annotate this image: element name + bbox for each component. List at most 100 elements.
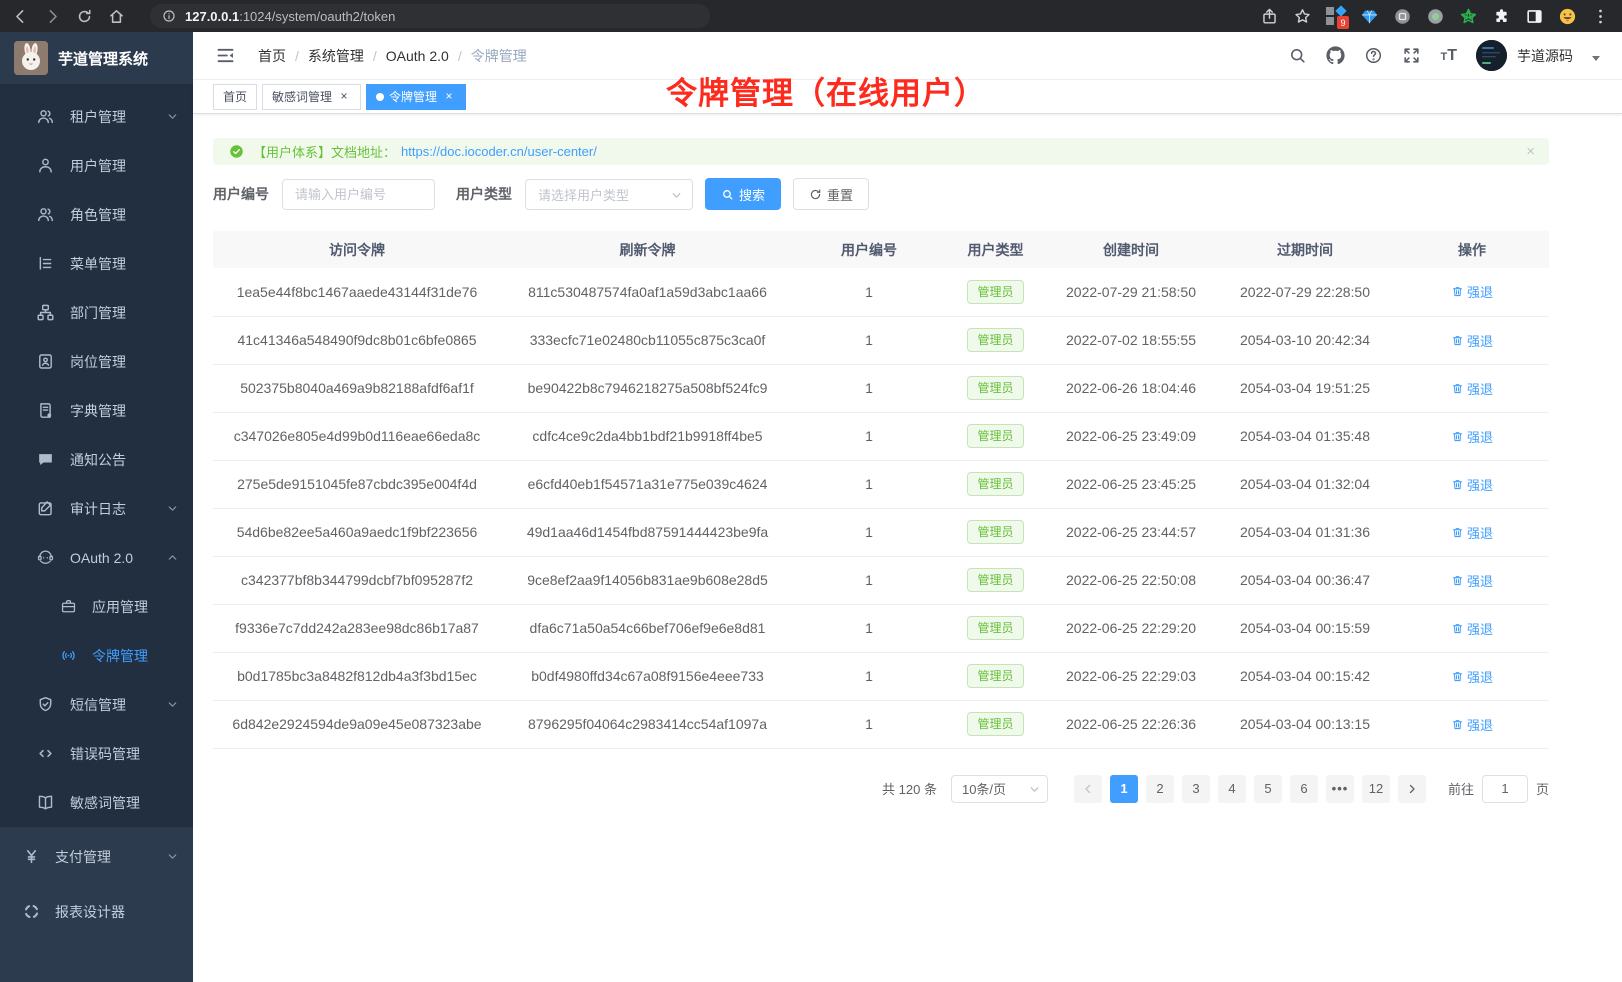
sidebar-panel-icon[interactable] <box>1525 7 1544 26</box>
user-id-input[interactable] <box>282 179 435 210</box>
sidebar-item-sms[interactable]: 短信管理 <box>0 680 193 729</box>
page-button[interactable]: 1 <box>1110 775 1138 803</box>
user-icon <box>36 156 55 175</box>
gem-extension-icon[interactable] <box>1360 7 1379 26</box>
chevron-down-icon <box>670 189 683 202</box>
chevron-down-icon[interactable] <box>1592 56 1600 61</box>
sidebar-item-oauth2-app[interactable]: 应用管理 <box>0 582 193 631</box>
sidebar-item-sensitive[interactable]: 敏感词管理 <box>0 778 193 827</box>
force-logout-button[interactable]: 强退 <box>1451 282 1493 301</box>
page-button[interactable]: 3 <box>1182 775 1210 803</box>
force-logout-button[interactable]: 强退 <box>1451 523 1493 542</box>
page-button[interactable]: 5 <box>1254 775 1282 803</box>
address-bar[interactable]: 127.0.0.1:1024/system/oauth2/token <box>150 4 710 28</box>
search-icon[interactable] <box>1288 46 1307 65</box>
page-button[interactable]: 12 <box>1362 775 1390 803</box>
force-logout-button[interactable]: 强退 <box>1451 571 1493 590</box>
home-icon[interactable] <box>108 8 125 25</box>
page-button[interactable]: ••• <box>1326 775 1354 803</box>
access-token-cell: c347026e805e4d99b0d116eae66eda8c <box>213 412 501 460</box>
table-row: 502375b8040a469a9b82188afdf6af1f be90422… <box>213 364 1549 412</box>
app-logo[interactable]: 芋道管理系统 <box>0 32 193 84</box>
back-icon[interactable] <box>12 8 29 25</box>
username-label[interactable]: 芋道源码 <box>1517 46 1573 66</box>
reload-icon[interactable] <box>76 8 93 25</box>
force-logout-button[interactable]: 强退 <box>1451 667 1493 686</box>
sidebar-item-oauth2[interactable]: OAuth 2.0 <box>0 533 193 582</box>
sidebar-item-oauth2-token[interactable]: 令牌管理 <box>0 631 193 680</box>
page-button[interactable]: 4 <box>1218 775 1246 803</box>
bookmark-star-icon[interactable] <box>1293 7 1312 26</box>
star-extension-icon[interactable] <box>1459 7 1478 26</box>
refresh-token-cell: 8796295f04064c2983414cc54af1097a <box>501 700 794 748</box>
force-logout-button[interactable]: 强退 <box>1451 427 1493 446</box>
breadcrumb-item[interactable]: 首页 <box>258 46 286 66</box>
page-size-select[interactable]: 10条/页 <box>951 775 1048 803</box>
force-logout-button[interactable]: 强退 <box>1451 715 1493 734</box>
page-button[interactable]: 6 <box>1290 775 1318 803</box>
sidebar-item-dict[interactable]: 字典管理 <box>0 386 193 435</box>
breadcrumb-item: 令牌管理 <box>471 46 527 66</box>
sidebar-item-user[interactable]: 用户管理 <box>0 141 193 190</box>
breadcrumb-item[interactable]: OAuth 2.0 <box>386 48 449 64</box>
help-icon[interactable] <box>1364 46 1383 65</box>
forward-icon[interactable] <box>44 8 61 25</box>
emoji-profile-icon[interactable] <box>1558 7 1577 26</box>
fullscreen-icon[interactable] <box>1402 46 1421 65</box>
force-logout-button[interactable]: 强退 <box>1451 475 1493 494</box>
sidebar-item-notice[interactable]: 通知公告 <box>0 435 193 484</box>
create-time-cell: 2022-07-29 21:58:50 <box>1047 268 1215 316</box>
puzzle-extension-icon[interactable] <box>1492 7 1511 26</box>
doc-link[interactable]: https://doc.iocoder.cn/user-center/ <box>401 144 597 159</box>
search-button[interactable]: 搜索 <box>705 178 781 210</box>
sidebar-item-errcode[interactable]: 错误码管理 <box>0 729 193 778</box>
next-page-button[interactable] <box>1398 775 1426 803</box>
record-extension-icon[interactable] <box>1426 7 1445 26</box>
tab-home[interactable]: 首页 <box>213 84 257 110</box>
expire-time-cell: 2054-03-04 01:35:48 <box>1215 412 1395 460</box>
user-type-select[interactable]: 请选择用户类型 <box>525 179 693 210</box>
info-icon[interactable] <box>162 9 176 23</box>
sidebar-item-dept[interactable]: 部门管理 <box>0 288 193 337</box>
extension-grid-icon[interactable]: 9 <box>1326 6 1346 26</box>
tab-sensitive[interactable]: 敏感词管理 × <box>262 84 361 110</box>
sidebar-toggle-icon[interactable] <box>215 45 236 66</box>
force-logout-button[interactable]: 强退 <box>1451 331 1493 350</box>
sidebar-item-report[interactable]: 报表设计器 <box>0 884 193 939</box>
sidebar-item-role[interactable]: 角色管理 <box>0 190 193 239</box>
force-logout-button[interactable]: 强退 <box>1451 619 1493 638</box>
sidebar-item-menu[interactable]: 菜单管理 <box>0 239 193 288</box>
user-id-cell: 1 <box>794 460 944 508</box>
close-icon[interactable]: × <box>337 90 351 104</box>
sidebar-item-audit[interactable]: 审计日志 <box>0 484 193 533</box>
breadcrumb-item[interactable]: 系统管理 <box>308 46 364 66</box>
user-type-badge: 管理员 <box>967 472 1023 496</box>
share-icon[interactable] <box>1260 7 1279 26</box>
sidebar-item-post[interactable]: 岗位管理 <box>0 337 193 386</box>
create-time-cell: 2022-06-25 22:50:08 <box>1047 556 1215 604</box>
trash-icon <box>1451 334 1464 347</box>
user-avatar[interactable] <box>1476 40 1507 71</box>
reset-button[interactable]: 重置 <box>793 178 869 210</box>
force-logout-button[interactable]: 强退 <box>1451 379 1493 398</box>
close-icon[interactable]: × <box>442 90 456 104</box>
font-size-icon[interactable]: TT <box>1440 48 1457 64</box>
app-title: 芋道管理系统 <box>58 48 148 69</box>
column-header: 访问令牌 <box>213 231 501 268</box>
kebab-menu-icon[interactable] <box>1591 7 1610 26</box>
table-row: 6d842e2924594de9a09e45e087323abe 8796295… <box>213 700 1549 748</box>
sidebar-item-pay[interactable]: 支付管理 <box>0 829 193 884</box>
github-icon[interactable] <box>1326 46 1345 65</box>
total-count-label: 共 120 条 <box>882 779 937 798</box>
refresh-token-cell: 811c530487574fa0af1a59d3abc1aa66 <box>501 268 794 316</box>
access-token-cell: 41c41346a548490f9dc8b01c6bfe0865 <box>213 316 501 364</box>
user-id-cell: 1 <box>794 604 944 652</box>
page-button[interactable]: 2 <box>1146 775 1174 803</box>
tab-token[interactable]: 令牌管理 × <box>366 84 466 110</box>
command-extension-icon[interactable] <box>1393 7 1412 26</box>
access-token-cell: 502375b8040a469a9b82188afdf6af1f <box>213 364 501 412</box>
sidebar-item-tenant[interactable]: 租户管理 <box>0 92 193 141</box>
prev-page-button[interactable] <box>1074 775 1102 803</box>
goto-page-input[interactable] <box>1482 775 1528 803</box>
close-icon[interactable]: × <box>1526 143 1535 160</box>
